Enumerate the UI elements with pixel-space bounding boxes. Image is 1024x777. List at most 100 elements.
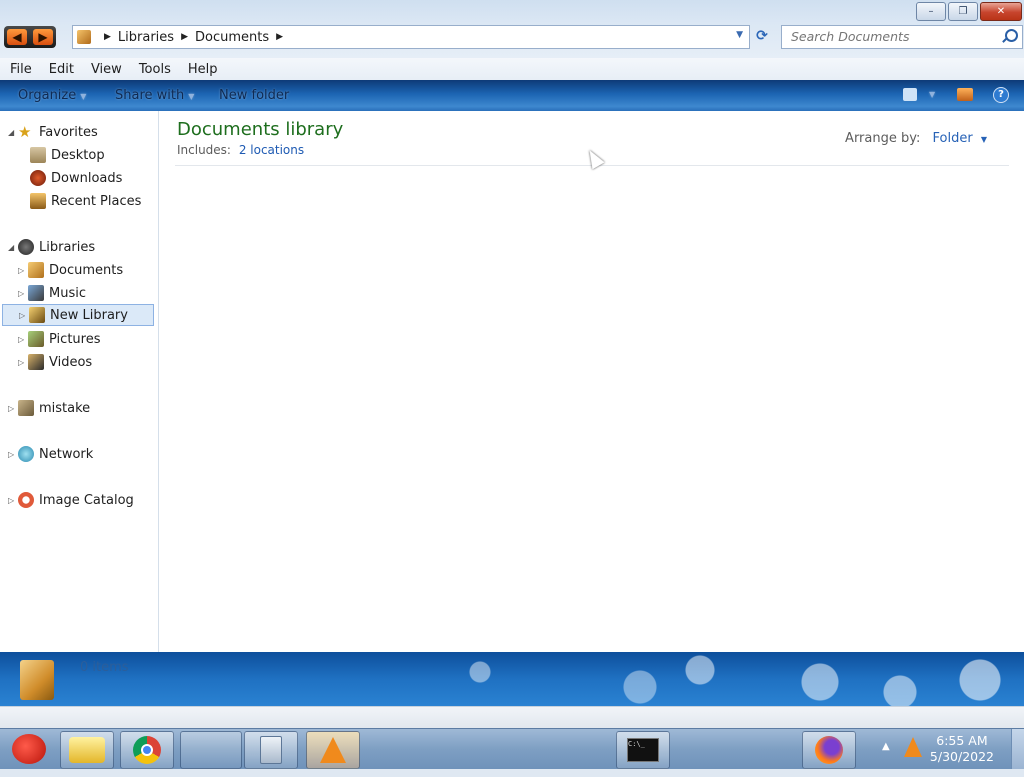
arrange-by: Arrange by: Folder ▼ bbox=[845, 131, 987, 146]
system-clock[interactable]: 6:55 AM 5/30/2022 bbox=[930, 733, 994, 765]
breadcrumb-documents[interactable]: Documents bbox=[195, 30, 269, 45]
taskbar-vlc[interactable] bbox=[306, 731, 360, 769]
nav-new-library[interactable]: ▷ New Library bbox=[2, 304, 154, 326]
view-options-icon[interactable] bbox=[903, 88, 917, 101]
breadcrumb-libraries[interactable]: Libraries bbox=[118, 30, 174, 45]
nav-label: Music bbox=[49, 285, 86, 301]
arrange-by-dropdown[interactable]: Folder bbox=[933, 131, 973, 146]
locations-link[interactable]: 2 locations bbox=[239, 143, 304, 157]
address-dropdown-icon[interactable]: ▼ bbox=[736, 30, 743, 40]
nav-label: Desktop bbox=[51, 147, 105, 163]
search-icon[interactable] bbox=[1005, 29, 1018, 42]
nav-documents[interactable]: ▷ Documents bbox=[18, 259, 123, 281]
show-hidden-icons-icon[interactable]: ▲ bbox=[882, 741, 890, 777]
desktop-icon bbox=[30, 147, 46, 163]
help-icon[interactable]: ? bbox=[993, 87, 1009, 103]
library-icon bbox=[77, 30, 91, 44]
organize-button[interactable]: Organize ▼ bbox=[18, 88, 86, 103]
view-dropdown-icon[interactable]: ▼ bbox=[925, 86, 935, 101]
firefox-icon bbox=[815, 736, 843, 764]
menu-file[interactable]: File bbox=[0, 62, 39, 77]
library-large-icon bbox=[20, 660, 54, 700]
new-library-icon bbox=[29, 307, 45, 323]
expand-arrow-icon[interactable]: ▷ bbox=[18, 358, 28, 367]
nav-label: Recent Places bbox=[51, 193, 142, 209]
music-icon bbox=[28, 285, 44, 301]
expand-arrow-icon[interactable]: ▷ bbox=[8, 404, 18, 413]
network-icon bbox=[18, 446, 34, 462]
expand-arrow-icon[interactable]: ▷ bbox=[19, 311, 29, 320]
expand-arrow-icon[interactable]: ▷ bbox=[18, 335, 28, 344]
nav-music[interactable]: ▷ Music bbox=[18, 282, 86, 304]
share-with-label: Share with bbox=[115, 88, 185, 103]
navigation-pane: ◢ ★ Favorites Desktop Downloads Recent P… bbox=[0, 111, 159, 652]
nav-libraries[interactable]: ◢ Libraries bbox=[8, 236, 95, 258]
nav-label: Videos bbox=[49, 354, 93, 370]
forward-button[interactable]: ▶ bbox=[33, 29, 53, 45]
menu-bar: File Edit View Tools Help bbox=[0, 58, 1024, 80]
new-folder-button[interactable]: New folder bbox=[219, 88, 289, 103]
menu-view[interactable]: View bbox=[81, 62, 129, 77]
taskbar-firefox[interactable] bbox=[802, 731, 856, 769]
search-box[interactable] bbox=[781, 25, 1023, 49]
search-input[interactable] bbox=[782, 26, 991, 46]
library-title: Documents library bbox=[177, 119, 344, 140]
star-icon: ★ bbox=[18, 123, 32, 141]
nav-label: mistake bbox=[39, 400, 91, 416]
taskbar-chrome[interactable] bbox=[120, 731, 174, 769]
expand-arrow-icon[interactable]: ◢ bbox=[8, 128, 18, 137]
chevron-down-icon[interactable]: ▼ bbox=[981, 135, 987, 144]
preview-pane-icon[interactable] bbox=[957, 88, 973, 101]
expand-arrow-icon[interactable]: ◢ bbox=[8, 243, 18, 252]
nav-mistake[interactable]: ▷ mistake bbox=[8, 397, 90, 419]
nav-label: Image Catalog bbox=[39, 492, 134, 508]
expand-arrow-icon[interactable]: ▷ bbox=[18, 289, 28, 298]
recent-places-icon bbox=[30, 193, 46, 209]
start-button[interactable] bbox=[4, 731, 54, 767]
explorer-icon bbox=[69, 737, 105, 763]
chevron-down-icon: ▼ bbox=[80, 92, 87, 101]
breadcrumb-separator-icon[interactable]: ▶ bbox=[181, 32, 188, 42]
taskbar-cmd[interactable]: C:\_ bbox=[616, 731, 670, 769]
nav-label: Favorites bbox=[39, 124, 98, 140]
expand-arrow-icon[interactable]: ▷ bbox=[8, 450, 18, 459]
calculator-icon bbox=[260, 736, 282, 764]
breadcrumb-separator-icon[interactable]: ▶ bbox=[104, 32, 111, 42]
taskbar-explorer[interactable] bbox=[60, 731, 114, 769]
angry-bird-start-icon bbox=[12, 734, 46, 764]
maximize-button[interactable]: ❐ bbox=[948, 2, 978, 21]
nav-label: Network bbox=[39, 446, 94, 462]
nav-image-catalog[interactable]: ▷ Image Catalog bbox=[8, 489, 134, 511]
nav-pictures[interactable]: ▷ Pictures bbox=[18, 328, 100, 350]
address-bar[interactable]: ▶ Libraries ▶ Documents ▶ ▼ bbox=[72, 25, 750, 49]
documents-icon bbox=[28, 262, 44, 278]
libraries-icon bbox=[18, 239, 34, 255]
minimize-button[interactable]: – bbox=[916, 2, 946, 21]
share-with-button[interactable]: Share with ▼ bbox=[115, 88, 194, 103]
chrome-icon bbox=[133, 736, 161, 764]
includes-label: Includes: bbox=[177, 143, 231, 157]
nav-network[interactable]: ▷ Network bbox=[8, 443, 93, 465]
content-pane[interactable]: Documents library Includes: 2 locations … bbox=[159, 111, 1024, 652]
close-button[interactable]: ✕ bbox=[980, 2, 1022, 21]
nav-label: Downloads bbox=[51, 170, 123, 186]
show-desktop-button[interactable] bbox=[1011, 729, 1024, 769]
menu-edit[interactable]: Edit bbox=[39, 62, 81, 77]
nav-favorites[interactable]: ◢ ★ Favorites bbox=[8, 121, 98, 143]
menu-help[interactable]: Help bbox=[178, 62, 225, 77]
nav-videos[interactable]: ▷ Videos bbox=[18, 351, 92, 373]
breadcrumb-separator-icon[interactable]: ▶ bbox=[276, 32, 283, 42]
taskbar-calculator[interactable] bbox=[244, 731, 298, 769]
expand-arrow-icon[interactable]: ▷ bbox=[18, 266, 28, 275]
back-button[interactable]: ◀ bbox=[7, 29, 27, 45]
nav-downloads[interactable]: Downloads bbox=[30, 167, 122, 189]
menu-tools[interactable]: Tools bbox=[129, 62, 178, 77]
nav-recent-places[interactable]: Recent Places bbox=[30, 190, 141, 212]
command-bar: Organize ▼ Share with ▼ New folder ▼ ? bbox=[0, 80, 1024, 111]
clock-date: 5/30/2022 bbox=[929, 749, 994, 764]
taskbar-empty-slot[interactable] bbox=[180, 731, 242, 769]
expand-arrow-icon[interactable]: ▷ bbox=[8, 496, 18, 505]
vlc-tray-icon[interactable] bbox=[904, 737, 922, 757]
nav-desktop[interactable]: Desktop bbox=[30, 144, 105, 166]
refresh-icon[interactable]: ⟳ bbox=[752, 26, 772, 46]
